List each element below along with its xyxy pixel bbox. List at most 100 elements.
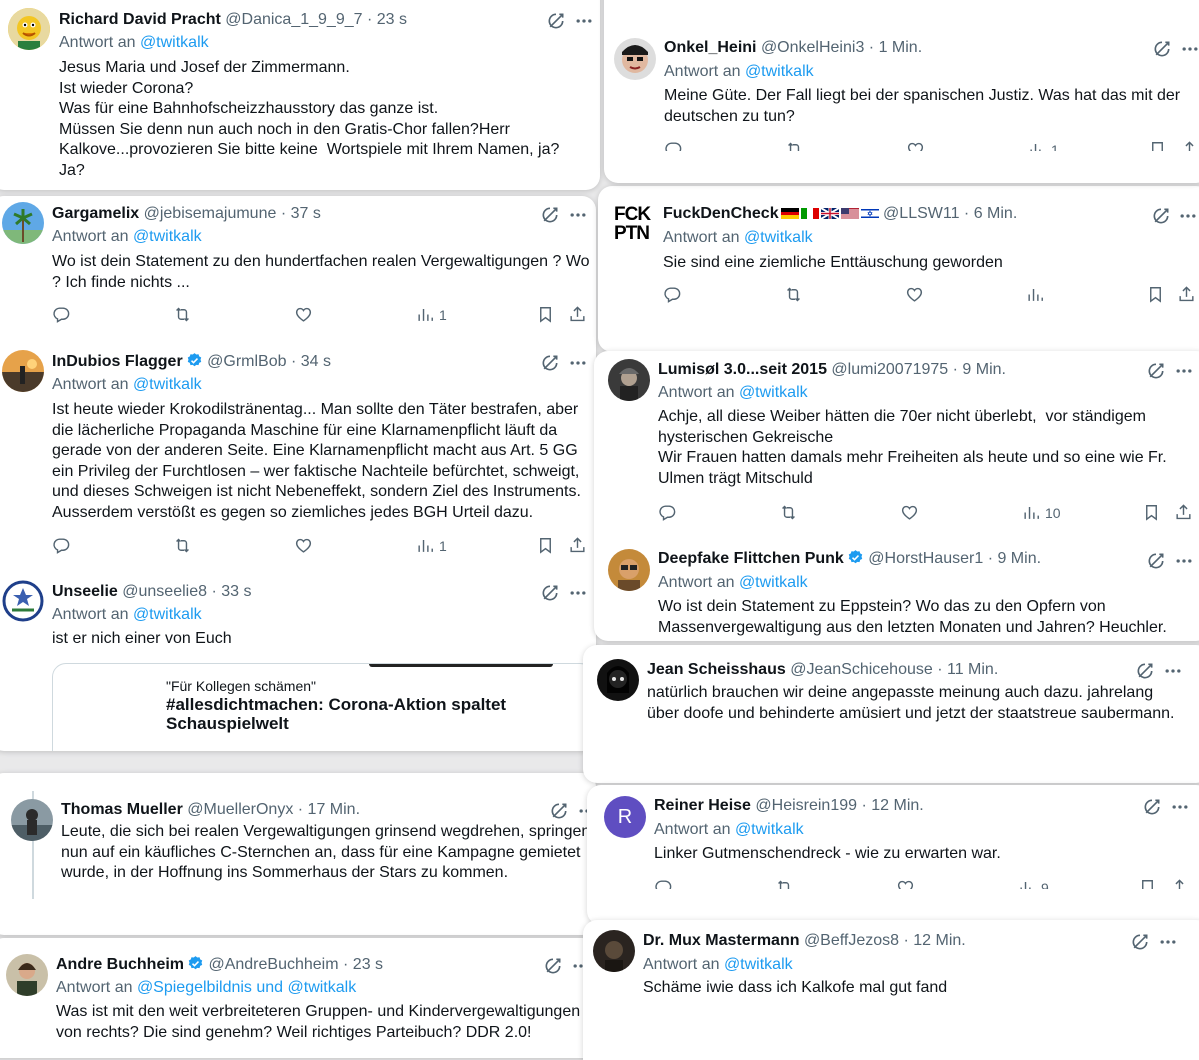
timestamp[interactable]: · 17 Min. (298, 801, 360, 818)
more-icon[interactable] (1174, 361, 1194, 381)
tweet-reiner[interactable]: R Reiner Heise @Heisrein199 · 12 Min. An… (587, 785, 1199, 925)
timestamp[interactable]: · 11 Min. (937, 661, 998, 678)
more-icon[interactable] (568, 353, 588, 373)
share-button[interactable] (568, 304, 587, 326)
author-name[interactable]: Richard David Pracht (59, 11, 221, 28)
reply-link[interactable]: @twitkalk (735, 821, 804, 838)
share-button[interactable] (1177, 284, 1196, 306)
tweet-deepfake[interactable]: Deepfake Flittchen Punk @HorstHauser1 · … (594, 539, 1199, 641)
author-handle[interactable]: @MuellerOnyx (187, 801, 293, 818)
timestamp[interactable]: · 6 Min. (964, 205, 1017, 222)
link-preview-card[interactable]: "Für Kollegen schämen" #allesdichtmachen… (52, 663, 594, 751)
author-handle[interactable]: @unseelie8 (122, 583, 207, 600)
bookmark-button[interactable] (536, 535, 555, 557)
author-name[interactable]: FuckDenCheck (663, 205, 779, 222)
reply-button[interactable] (654, 877, 673, 889)
views-button[interactable]: 1 (416, 304, 447, 326)
avatar[interactable] (614, 38, 656, 80)
share-button[interactable] (1170, 877, 1189, 889)
author-handle[interactable]: @lumi20071975 (831, 361, 948, 378)
author-name[interactable]: InDubios Flagger (52, 353, 183, 370)
tweet-andre[interactable]: Andre Buchheim @AndreBuchheim · 23 s Ant… (0, 938, 596, 1058)
timestamp[interactable]: · 37 s (281, 205, 321, 222)
like-button[interactable] (294, 535, 313, 557)
more-icon[interactable] (1163, 661, 1183, 681)
author-name[interactable]: Onkel_Heini (664, 39, 756, 56)
grok-icon[interactable] (1130, 932, 1150, 952)
grok-icon[interactable] (1152, 39, 1172, 59)
bookmark-button[interactable] (536, 304, 555, 326)
views-button[interactable]: 1 (1028, 139, 1059, 151)
tweet-gargamelix[interactable]: Gargamelix @jebisemajumune · 37 s Antwor… (0, 196, 596, 341)
share-button[interactable] (568, 535, 587, 557)
author-name[interactable]: Gargamelix (52, 205, 139, 222)
reply-button[interactable] (52, 535, 71, 557)
grok-icon[interactable] (540, 205, 560, 225)
reply-button[interactable] (658, 502, 677, 524)
grok-icon[interactable] (549, 801, 569, 821)
more-icon[interactable] (1178, 206, 1198, 226)
author-name[interactable]: Andre Buchheim (56, 956, 184, 973)
reply-button[interactable] (663, 284, 682, 306)
like-button[interactable] (905, 284, 924, 306)
more-icon[interactable] (568, 205, 588, 225)
author-handle[interactable]: @OnkelHeini3 (761, 39, 864, 56)
share-button[interactable] (1174, 502, 1193, 524)
avatar[interactable] (608, 549, 650, 591)
author-handle[interactable]: @GrmlBob (207, 353, 286, 370)
views-button[interactable]: 10 (1022, 502, 1061, 524)
more-icon[interactable] (1180, 39, 1199, 59)
grok-icon[interactable] (546, 11, 566, 31)
bookmark-button[interactable] (1138, 877, 1157, 889)
author-name[interactable]: Unseelie (52, 583, 118, 600)
repost-button[interactable] (779, 502, 798, 524)
avatar[interactable] (2, 350, 44, 392)
repost-button[interactable] (173, 535, 192, 557)
repost-button[interactable] (785, 139, 804, 151)
bookmark-button[interactable] (1142, 502, 1161, 524)
more-icon[interactable] (1174, 551, 1194, 571)
reply-link[interactable]: @twitkalk (739, 574, 808, 591)
author-name[interactable]: Deepfake Flittchen Punk (658, 550, 844, 567)
like-button[interactable] (906, 139, 925, 151)
timestamp[interactable]: · 9 Min. (953, 361, 1006, 378)
tweet-indubios[interactable]: InDubios Flagger @GrmlBob · 34 s Antwort… (0, 342, 596, 570)
avatar[interactable] (597, 659, 639, 701)
tweet-thomas[interactable]: Thomas Mueller @MuellerOnyx · 17 Min. Le… (0, 773, 596, 935)
reply-link[interactable]: @twitkalk (133, 376, 202, 393)
bookmark-button[interactable] (1148, 139, 1167, 151)
reply-button[interactable] (52, 304, 71, 326)
tweet-richard[interactable]: Richard David Pracht @Danica_1_9_9_7 · 2… (0, 0, 600, 190)
author-handle[interactable]: @Heisrein199 (755, 797, 857, 814)
tweet-lumisol[interactable]: Lumisøl 3.0...seit 2015 @lumi20071975 · … (594, 351, 1199, 539)
like-button[interactable] (900, 502, 919, 524)
reply-link[interactable]: @Spiegelbildnis und @twitkalk (137, 979, 356, 996)
grok-icon[interactable] (540, 353, 560, 373)
author-handle[interactable]: @BeffJezos8 (804, 932, 899, 949)
reply-link[interactable]: @twitkalk (724, 956, 793, 973)
author-name[interactable]: Reiner Heise (654, 797, 751, 814)
views-button[interactable]: 1 (416, 535, 447, 557)
reply-link[interactable]: @twitkalk (739, 384, 808, 401)
author-handle[interactable]: @Danica_1_9_9_7 (225, 11, 362, 28)
author-handle[interactable]: @AndreBuchheim (208, 956, 338, 973)
more-icon[interactable] (1170, 797, 1190, 817)
timestamp[interactable]: · 1 Min. (869, 39, 922, 56)
share-button[interactable] (1180, 139, 1199, 151)
author-name[interactable]: Lumisøl 3.0...seit 2015 (658, 361, 827, 378)
views-button[interactable] (1026, 284, 1045, 306)
author-name[interactable]: Dr. Mux Mastermann (643, 932, 799, 949)
grok-icon[interactable] (1135, 661, 1155, 681)
repost-button[interactable] (173, 304, 192, 326)
avatar[interactable] (608, 359, 650, 401)
avatar[interactable]: FCK PTN (614, 205, 656, 247)
author-handle[interactable]: @JeanSchicehouse (790, 661, 933, 678)
reply-link[interactable]: @twitkalk (744, 229, 813, 246)
tweet-unseelie[interactable]: Unseelie @unseelie8 · 33 s Antwort an @t… (0, 572, 596, 751)
timestamp[interactable]: · 23 s (367, 11, 407, 28)
tweet-jean[interactable]: Jean Scheisshaus @JeanSchicehouse · 11 M… (583, 645, 1199, 783)
author-handle[interactable]: @jebisemajumune (144, 205, 277, 222)
avatar[interactable] (2, 202, 44, 244)
grok-icon[interactable] (543, 956, 563, 976)
grok-icon[interactable] (540, 583, 560, 603)
